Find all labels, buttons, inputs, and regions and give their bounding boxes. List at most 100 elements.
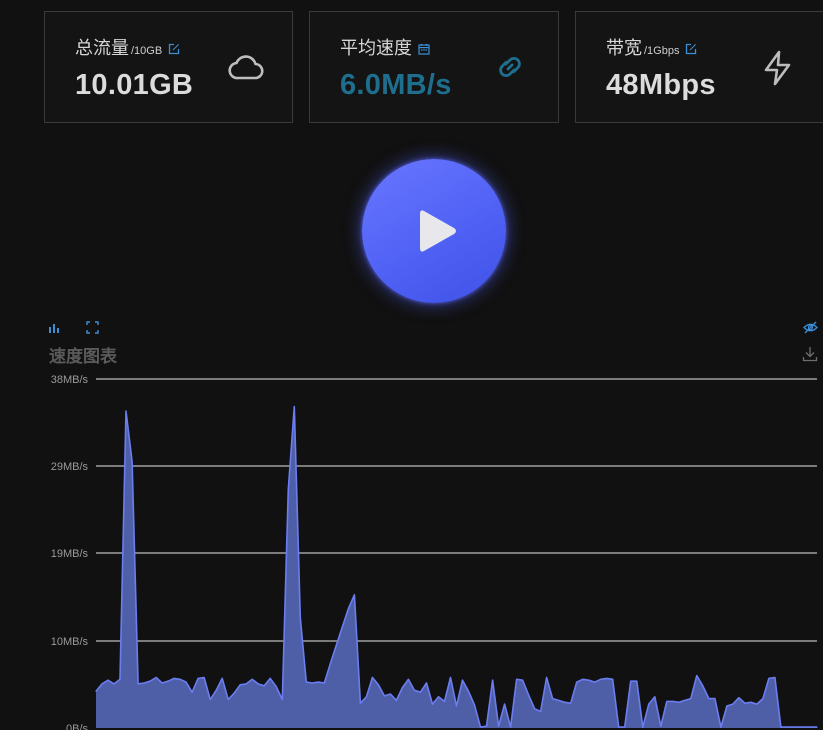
download-icon[interactable]: [802, 346, 818, 362]
y-tick-label: 19MB/s: [51, 548, 89, 560]
speed-point: [473, 704, 476, 706]
eye-hidden-icon[interactable]: [803, 321, 818, 334]
speed-point: [738, 697, 740, 699]
speed-point: [353, 594, 355, 596]
speed-point: [552, 698, 554, 700]
speed-point: [413, 689, 415, 691]
speed-point: [582, 678, 584, 680]
calendar-icon[interactable]: [418, 43, 430, 55]
speed-point: [510, 726, 512, 728]
fullscreen-icon[interactable]: [86, 321, 99, 334]
speed-point: [461, 679, 464, 681]
edit-icon[interactable]: [685, 43, 697, 55]
speed-point: [498, 725, 500, 727]
speed-point: [528, 694, 530, 696]
y-tick-label: 38MB/s: [51, 374, 89, 386]
speed-point: [654, 696, 656, 698]
stat-label: 带宽: [606, 38, 642, 58]
speed-line: [95, 405, 817, 728]
play-icon: [420, 210, 456, 252]
speed-point: [431, 703, 434, 705]
speed-point: [666, 700, 668, 703]
speed-point: [762, 698, 764, 700]
speed-point: [335, 644, 337, 646]
speed-point: [215, 689, 217, 691]
speed-point: [269, 677, 271, 680]
chart-title: 速度图表: [49, 347, 117, 366]
speed-point: [317, 681, 319, 683]
speed-point: [630, 680, 632, 682]
edit-icon[interactable]: [168, 43, 180, 55]
bar-chart-icon[interactable]: [48, 322, 60, 334]
speed-point: [425, 682, 428, 684]
stat-label: 总流量: [75, 38, 129, 58]
speed-point: [365, 696, 367, 698]
speed-point: [534, 708, 536, 710]
speed-point: [467, 690, 470, 692]
speed-point: [275, 686, 277, 688]
speed-point: [660, 725, 662, 727]
speed-point: [137, 683, 139, 685]
speed-point: [588, 679, 590, 681]
speed-point: [546, 676, 548, 679]
speed-point: [455, 705, 458, 707]
speed-point: [479, 726, 482, 728]
play-button[interactable]: [362, 159, 506, 303]
speed-point: [371, 676, 373, 679]
speed-point: [221, 677, 223, 680]
speed-point: [155, 676, 157, 679]
speed-point: [792, 726, 794, 728]
speed-point: [774, 676, 776, 679]
speed-point: [203, 676, 205, 679]
speed-point: [624, 726, 626, 728]
stat-card-bandwidth: 带宽 /1Gbps 48Mbps: [575, 11, 823, 123]
speed-area: [96, 406, 817, 728]
speed-point: [209, 698, 211, 701]
speed-point: [594, 681, 596, 683]
speed-point: [347, 608, 349, 610]
speed-point: [107, 679, 109, 681]
stat-label: 平均速度: [340, 38, 412, 58]
speed-point: [233, 692, 235, 694]
speed-point: [395, 699, 397, 702]
speed-point: [810, 726, 812, 728]
speed-point: [149, 680, 151, 682]
speed-point: [293, 406, 295, 408]
speed-point: [161, 682, 163, 684]
y-tick-label: 0B/s: [66, 723, 89, 730]
speed-point: [389, 693, 391, 695]
speed-point: [407, 678, 409, 680]
speed-point: [281, 698, 283, 701]
speed-point: [311, 682, 313, 684]
speed-point: [558, 699, 560, 702]
speed-point: [714, 698, 716, 700]
lightning-icon: [764, 50, 791, 86]
speed-point: [401, 687, 403, 689]
speed-point: [744, 702, 746, 704]
speed-point: [618, 726, 620, 728]
stat-value: 10.01GB: [75, 69, 194, 101]
speed-point: [768, 677, 770, 680]
speed-point: [492, 679, 494, 681]
speed-point: [419, 691, 421, 693]
speed-point: [125, 410, 127, 412]
speed-point: [570, 702, 572, 704]
speed-point: [600, 678, 602, 680]
speed-point: [684, 699, 686, 702]
speed-point: [167, 680, 169, 682]
speed-point: [239, 684, 241, 686]
stat-sub-label: /10GB: [131, 45, 163, 57]
speed-point: [143, 682, 145, 684]
stat-sub-label: /1Gbps: [644, 45, 680, 57]
speed-point: [245, 683, 247, 685]
speed-point: [708, 698, 710, 700]
speed-point: [437, 696, 440, 698]
speed-point: [678, 701, 680, 703]
speed-point: [359, 702, 361, 704]
speed-point: [263, 685, 265, 687]
speed-point: [95, 690, 97, 692]
speed-point: [564, 701, 566, 703]
stat-value: 6.0MB/s: [340, 69, 452, 101]
speed-point: [191, 691, 193, 693]
speed-point: [227, 698, 229, 701]
